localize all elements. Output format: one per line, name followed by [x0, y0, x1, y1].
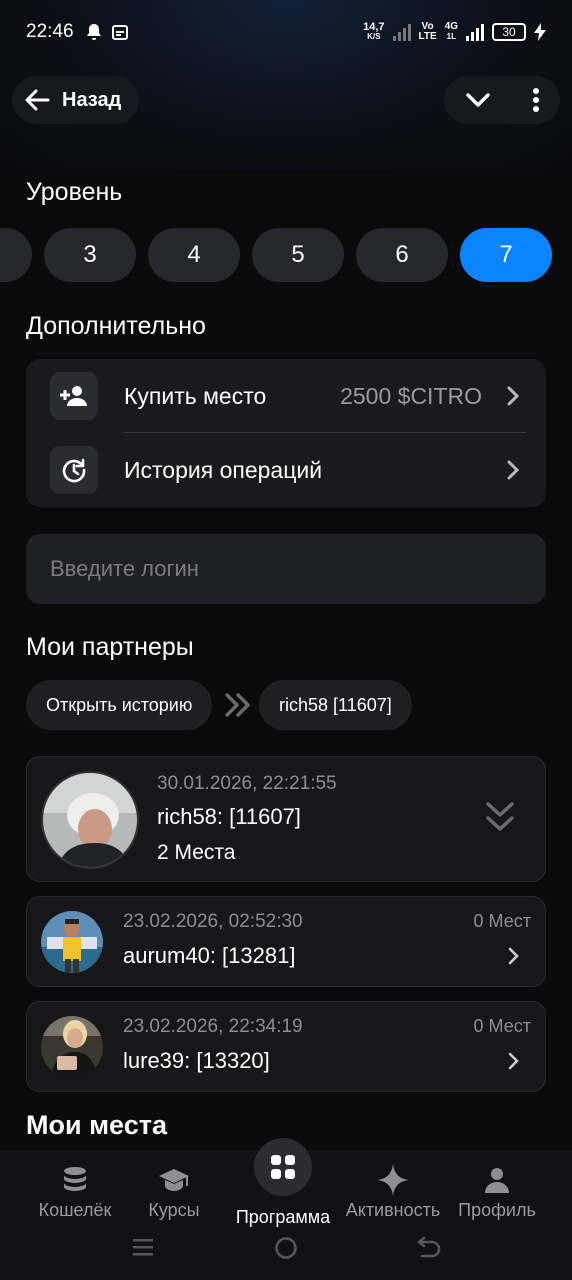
- signal-icon-2: [466, 23, 484, 41]
- system-nav: [0, 1232, 572, 1262]
- buy-place-price: 2500 $CITRO: [340, 382, 482, 409]
- header-actions: [444, 76, 560, 124]
- level-chip-5[interactable]: 5: [252, 228, 344, 282]
- history-icon: [50, 446, 98, 494]
- volte-indicator: Vo LTE: [419, 22, 437, 42]
- grid-icon: [254, 1138, 312, 1196]
- partner-card-expanded[interactable]: 30.01.2026, 22:21:55 rich58: [11607] 2 М…: [26, 756, 546, 882]
- level-chip-6[interactable]: 6: [356, 228, 448, 282]
- battery-icon: 30: [492, 23, 526, 41]
- history-label: История операций: [124, 456, 323, 483]
- partner-name: lure39: [13320]: [123, 1048, 270, 1073]
- double-chevron-right-icon: [225, 693, 250, 717]
- additional-menu: Купить место 2500 $CITRO История операци…: [26, 359, 546, 507]
- battery-level: 30: [502, 25, 516, 39]
- wallet-coins-icon: [64, 1167, 86, 1191]
- charging-bolt-icon: [534, 23, 546, 41]
- partners-title: Мои партнеры: [26, 633, 194, 661]
- back-button[interactable]: Назад: [12, 76, 140, 124]
- history-row[interactable]: История операций: [26, 433, 546, 507]
- avatar: [41, 771, 139, 869]
- home-icon[interactable]: [274, 1236, 298, 1260]
- signal-icon: [392, 23, 411, 41]
- net-sub: 1L: [446, 32, 456, 41]
- buy-place-label: Купить место: [124, 382, 267, 409]
- person-icon: [485, 1168, 509, 1193]
- buy-place-row[interactable]: Купить место 2500 $CITRO: [26, 359, 546, 433]
- level-title: Уровень: [26, 178, 123, 206]
- level-chip-partial[interactable]: [0, 228, 32, 282]
- partner-name: aurum40: [13281]: [123, 943, 296, 968]
- partner-date: 30.01.2026, 22:21:55: [157, 773, 337, 794]
- volte-bottom: LTE: [418, 31, 437, 42]
- sparkle-icon: [377, 1164, 409, 1196]
- back-nav-icon[interactable]: [416, 1236, 442, 1260]
- calendar-icon: [111, 25, 128, 40]
- level-chip-4[interactable]: 4: [148, 228, 240, 282]
- speed-unit: K/S: [367, 32, 381, 41]
- speed-value: 14,7: [363, 21, 385, 33]
- nav-label: Профиль: [458, 1200, 536, 1220]
- level-chip-3[interactable]: 3: [44, 228, 136, 282]
- network-speed: 14,7 K/S: [363, 22, 384, 42]
- chevron-down-icon[interactable]: [465, 92, 491, 108]
- partner-date: 23.02.2026, 02:52:30: [123, 911, 303, 932]
- partner-places-count: 0 Мест: [473, 911, 531, 931]
- chevron-right-icon: [507, 386, 520, 406]
- level-chip-7[interactable]: 7: [460, 228, 552, 282]
- add-person-icon: [50, 372, 98, 420]
- breadcrumb-user-chip[interactable]: rich58 [11607]: [259, 680, 412, 730]
- partner-row[interactable]: 23.02.2026, 22:34:19 0 Мест lure39: [133…: [26, 1001, 546, 1092]
- additional-title: Дополнительно: [26, 312, 206, 340]
- chevron-right-icon: [508, 947, 519, 965]
- clock: 22:46: [26, 21, 74, 42]
- partner-date: 23.02.2026, 22:34:19: [123, 1016, 303, 1037]
- net-type: 4G: [444, 21, 458, 32]
- chevron-right-icon: [507, 460, 520, 480]
- level-selector: 3 4 5 6 7: [0, 228, 572, 284]
- open-history-button[interactable]: Открыть историю: [26, 680, 213, 730]
- more-vertical-icon[interactable]: [532, 87, 540, 113]
- my-places-title: Мои места: [26, 1110, 167, 1140]
- partner-name: rich58: [11607]: [157, 804, 301, 829]
- partner-row[interactable]: 23.02.2026, 02:52:30 0 Мест aurum40: [13…: [26, 896, 546, 987]
- arrow-left-icon: [25, 89, 50, 111]
- network-type: 4G 1L: [445, 22, 458, 42]
- chevron-right-icon: [508, 1052, 519, 1070]
- login-input[interactable]: [26, 534, 546, 604]
- partner-places: 2 Места: [157, 841, 236, 864]
- graduation-cap-icon: [159, 1169, 189, 1191]
- double-chevron-down-icon[interactable]: [485, 801, 515, 833]
- avatar: [41, 911, 103, 973]
- bell-icon: [86, 24, 101, 40]
- back-label: Назад: [62, 88, 122, 111]
- status-bar: 22:46 14,7 K/S Vo LTE 4G 1L 30: [0, 0, 572, 64]
- avatar: [41, 1016, 103, 1078]
- recent-apps-icon[interactable]: [132, 1236, 154, 1258]
- partner-places-count: 0 Мест: [473, 1016, 531, 1036]
